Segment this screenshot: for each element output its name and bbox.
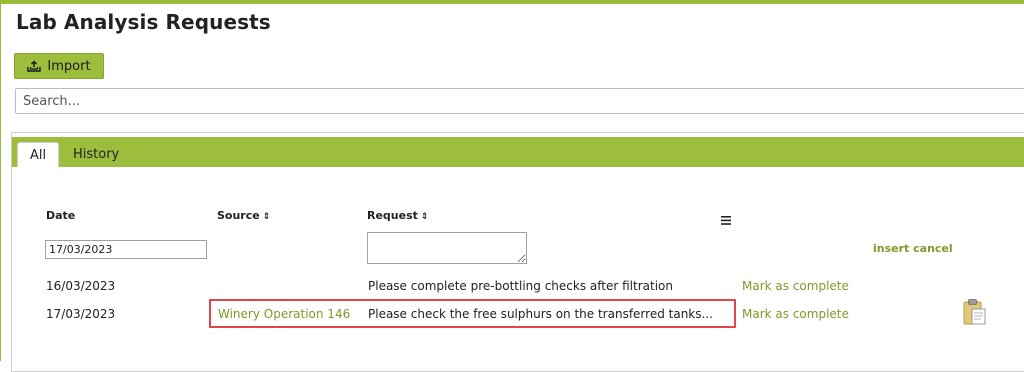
tab-all[interactable]: All [17,142,60,167]
mark-complete-link[interactable]: Mark as complete [742,279,849,293]
sort-icon[interactable]: ⇕ [263,212,271,222]
insert-cancel-actions: insert cancel [873,242,953,255]
search-input[interactable] [15,88,1024,114]
row-date: 16/03/2023 [46,279,116,293]
clipboard-icon[interactable] [962,298,988,330]
row-date: 17/03/2023 [46,307,116,321]
highlight-box [209,299,736,328]
column-menu-icon[interactable] [721,210,731,229]
tab-history[interactable]: History [61,142,131,167]
tab-bar: All History [12,137,1024,167]
insert-link[interactable]: insert [873,242,909,255]
row-request: Please complete pre-bottling checks afte… [368,279,673,293]
new-request-textarea[interactable] [367,232,527,264]
sort-icon[interactable]: ⇕ [421,212,429,222]
import-button-label: Import [47,58,91,74]
column-header-date-label: Date [46,209,76,222]
import-icon [27,60,42,72]
column-header-source[interactable]: Source ⇕ [217,209,270,222]
mark-complete-link[interactable]: Mark as complete [742,307,849,321]
left-accent-rule [0,0,1,361]
column-header-request-label: Request [367,209,418,222]
new-date-input[interactable] [45,240,207,259]
page-title: Lab Analysis Requests [16,10,271,34]
column-header-request[interactable]: Request ⇕ [367,209,428,222]
top-accent-bar [0,0,1024,4]
column-header-source-label: Source [217,209,260,222]
cancel-link[interactable]: cancel [913,242,953,255]
import-button[interactable]: Import [14,53,104,79]
column-header-date: Date [46,209,75,222]
